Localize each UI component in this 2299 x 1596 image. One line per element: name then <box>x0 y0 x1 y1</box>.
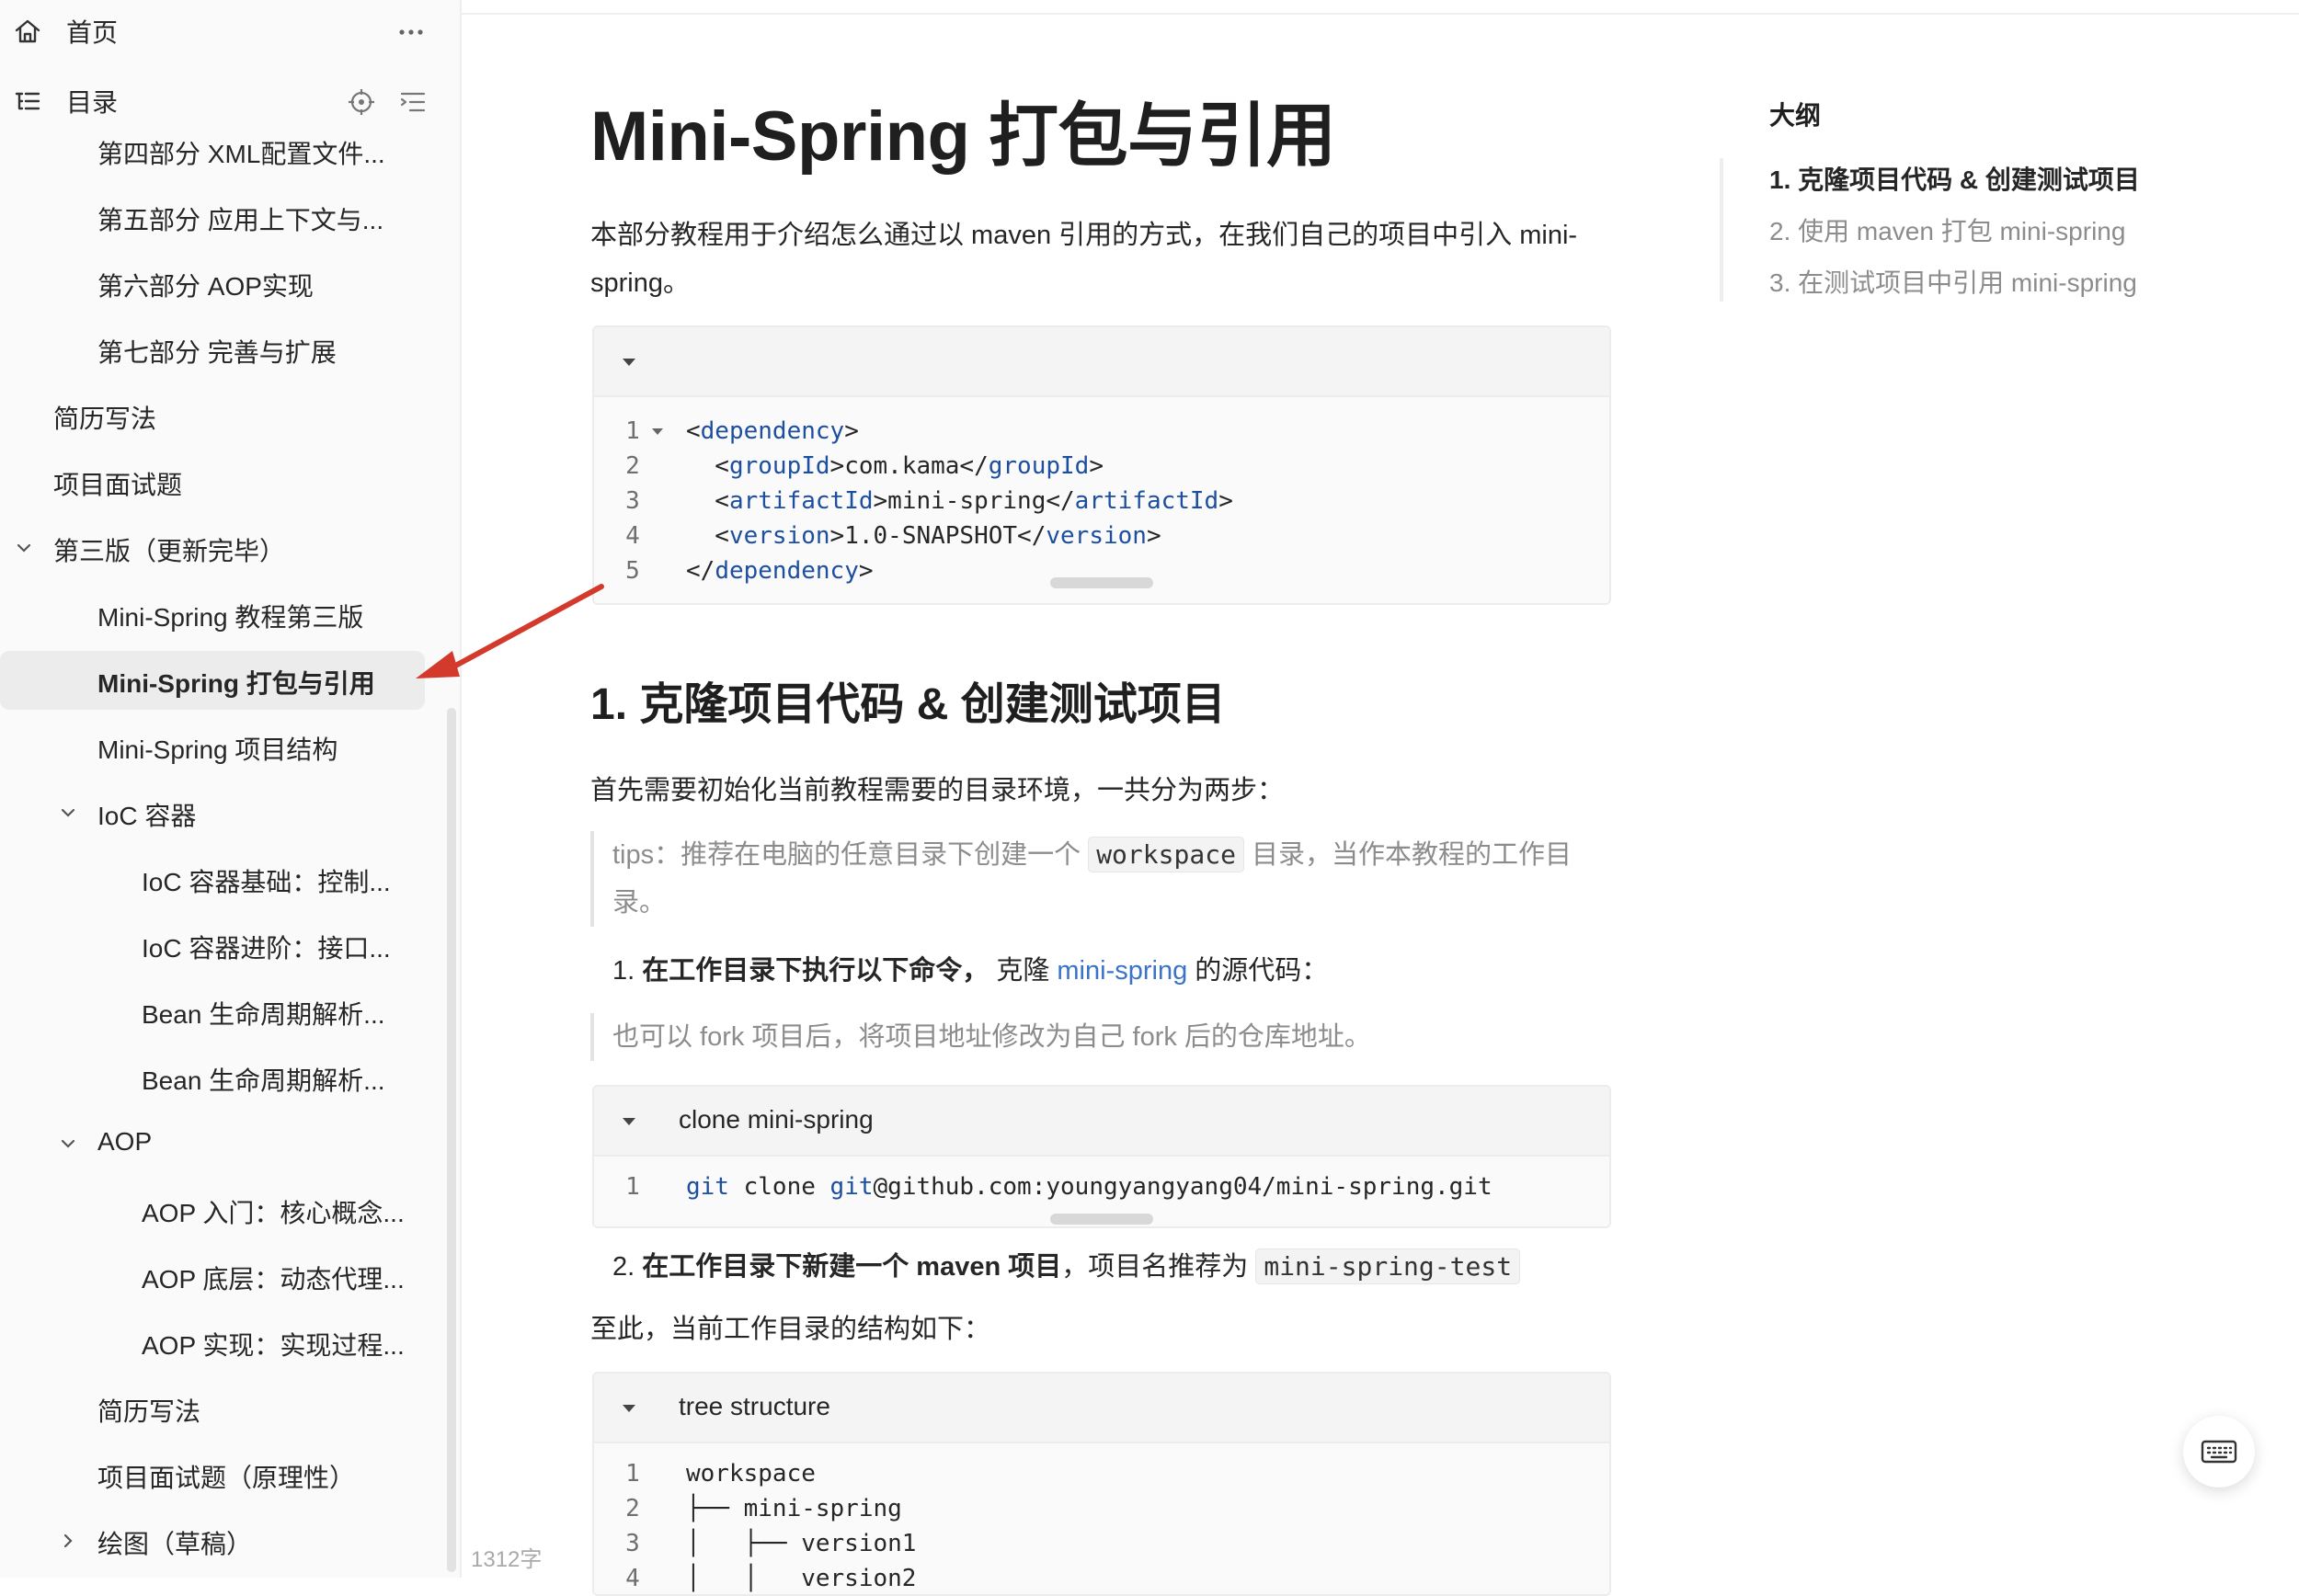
outline-item[interactable]: 2. 使用 maven 打包 mini-spring <box>1769 211 2125 248</box>
code-block-title: clone mini-spring <box>679 1105 874 1134</box>
code-block-header[interactable]: clone mini-spring <box>594 1087 1609 1157</box>
toc-label: 目录 <box>66 88 119 117</box>
sidebar-item[interactable]: AOP 底层：动态代理... <box>0 1247 425 1305</box>
chevron-down-icon[interactable] <box>15 539 33 557</box>
code-hscrollbar[interactable] <box>1050 577 1153 588</box>
step-2: 2. 在工作目录下新建一个 maven 项目，项目名推荐为 mini-sprin… <box>590 1243 1611 1291</box>
sidebar-item[interactable]: 第六部分 AOP实现 <box>0 254 425 313</box>
code-line: 3 <artifactId>mini-spring</artifactId> <box>625 487 1233 515</box>
outline-track <box>1720 158 1723 302</box>
collapse-list-icon[interactable] <box>399 88 427 116</box>
code-line: 2 ├── mini-spring <box>625 1495 902 1522</box>
sidebar-item[interactable]: Bean 生命周期解析... <box>0 982 425 1041</box>
sidebar-item[interactable]: 第五部分 应用上下文与... <box>0 188 425 246</box>
keyboard-icon <box>2201 1440 2237 1464</box>
sidebar-item-active[interactable]: Mini-Spring 打包与引用 <box>0 651 425 710</box>
sidebar: 首页 目录 第四部分 XML配置文件... 第五部分 应用上下文与... 第六部… <box>0 0 462 1578</box>
section-heading: 1. 克隆项目代码 & 创建测试项目 <box>590 680 1226 729</box>
code-line: 1 git clone git@github.com:youngyangyang… <box>625 1173 1493 1201</box>
fork-quote: 也可以 fork 项目后，将项目地址修改为自己 fork 后的仓库地址。 <box>590 1013 1633 1061</box>
sidebar-item[interactable]: Mini-Spring 项目结构 <box>0 717 425 776</box>
sidebar-item-ioc[interactable]: IoC 容器 <box>0 783 425 842</box>
sidebar-item[interactable]: 简历写法 <box>0 386 425 445</box>
sidebar-item[interactable]: 第四部分 XML配置文件... <box>0 121 425 180</box>
code-line: 1 workspace <box>625 1460 816 1488</box>
sidebar-scrollbar[interactable] <box>447 708 456 1572</box>
annotation-arrow-icon <box>416 584 604 678</box>
sidebar-item-drawing[interactable]: 绘图（草稿） <box>0 1511 425 1570</box>
home-icon <box>15 19 40 43</box>
sidebar-item[interactable]: Mini-Spring 教程第三版 <box>0 585 425 644</box>
sidebar-item[interactable]: IoC 容器基础：控制... <box>0 849 425 908</box>
sidebar-item[interactable]: 第七部分 完善与扩展 <box>0 320 425 379</box>
code-block-title: tree structure <box>679 1392 830 1420</box>
inline-code: workspace <box>1088 837 1244 872</box>
code-body[interactable]: 1 workspace 2 ├── mini-spring 3 │ ├── versi… <box>594 1443 1609 1594</box>
code-block-dependency: 1 <dependency> 2 <groupId>com.kama</grou… <box>592 325 1611 605</box>
chevron-right-icon[interactable] <box>59 1532 77 1550</box>
sidebar-item-third-edition[interactable]: 第三版（更新完毕） <box>0 519 425 577</box>
code-body[interactable]: 1 git clone git@github.com:youngyangyang… <box>594 1157 1609 1226</box>
collapse-triangle-icon[interactable] <box>622 1403 636 1414</box>
inline-code: mini-spring-test <box>1255 1248 1521 1284</box>
code-hscrollbar[interactable] <box>1050 1214 1153 1225</box>
sidebar-item[interactable]: 项目面试题（原理性） <box>0 1445 425 1504</box>
tips-quote: tips：推荐在电脑的任意目录下创建一个 workspace 目录，当作本教程的… <box>590 831 1615 927</box>
collapse-triangle-icon[interactable] <box>622 357 636 368</box>
code-block-header[interactable] <box>594 327 1609 397</box>
outline-item-active[interactable]: 1. 克隆项目代码 & 创建测试项目 <box>1769 160 2140 197</box>
outline-item[interactable]: 3. 在测试项目中引用 mini-spring <box>1769 263 2137 300</box>
chevron-down-icon[interactable] <box>59 1134 77 1153</box>
code-body[interactable]: 1 <dependency> 2 <groupId>com.kama</grou… <box>594 397 1609 603</box>
outline-title: 大纲 <box>1769 101 1822 130</box>
mini-spring-link[interactable]: mini-spring <box>1057 956 1187 986</box>
paragraph: 首先需要初始化当前教程需要的目录环境，一共分为两步： <box>590 776 1285 805</box>
sidebar-item-aop[interactable]: AOP <box>0 1114 425 1173</box>
sidebar-item[interactable]: 项目面试题 <box>0 452 425 511</box>
page-title: Mini-Spring 打包与引用 <box>590 97 1336 176</box>
chevron-down-icon[interactable] <box>59 804 77 822</box>
keyboard-shortcuts-button[interactable] <box>2183 1416 2255 1488</box>
home-label: 首页 <box>66 18 119 47</box>
sidebar-item[interactable]: 简历写法 <box>0 1379 425 1438</box>
toc-icon <box>15 92 40 110</box>
word-count: 1312字 <box>471 1547 543 1572</box>
code-line: 1 <dependency> <box>625 417 859 445</box>
more-icon[interactable] <box>397 18 425 46</box>
code-block-clone: clone mini-spring 1 git clone git@github… <box>592 1085 1611 1228</box>
fold-triangle-icon[interactable] <box>651 428 664 437</box>
intro-paragraph: 本部分教程用于介绍怎么通过以 maven 引用的方式，在我们自己的项目中引入 m… <box>590 221 1578 298</box>
code-line: 4 <version>1.0-SNAPSHOT</version> <box>625 522 1161 550</box>
code-block-tree: tree structure 1 workspace 2 ├── mini-spri… <box>592 1372 1611 1596</box>
sidebar-item[interactable]: Bean 生命周期解析... <box>0 1048 425 1107</box>
code-line: 4 │ │ version2 <box>625 1565 917 1592</box>
step-1: 1. 在工作目录下执行以下命令， 克隆 mini-spring 的源代码： <box>612 956 1329 986</box>
code-line: 2 <groupId>com.kama</groupId> <box>625 452 1104 480</box>
locate-icon[interactable] <box>348 88 375 116</box>
code-block-header[interactable]: tree structure <box>594 1374 1609 1443</box>
code-line: 3 │ ├── version1 <box>625 1530 917 1557</box>
sidebar-item[interactable]: IoC 容器进阶：接口... <box>0 916 425 975</box>
top-divider <box>462 13 2299 15</box>
collapse-triangle-icon[interactable] <box>622 1116 636 1127</box>
paragraph: 至此，当前工作目录的结构如下： <box>590 1315 991 1344</box>
home-row[interactable]: 首页 <box>0 2 432 61</box>
sidebar-item[interactable]: AOP 实现：实现过程... <box>0 1313 425 1372</box>
sidebar-item[interactable]: AOP 入门：核心概念... <box>0 1180 425 1239</box>
